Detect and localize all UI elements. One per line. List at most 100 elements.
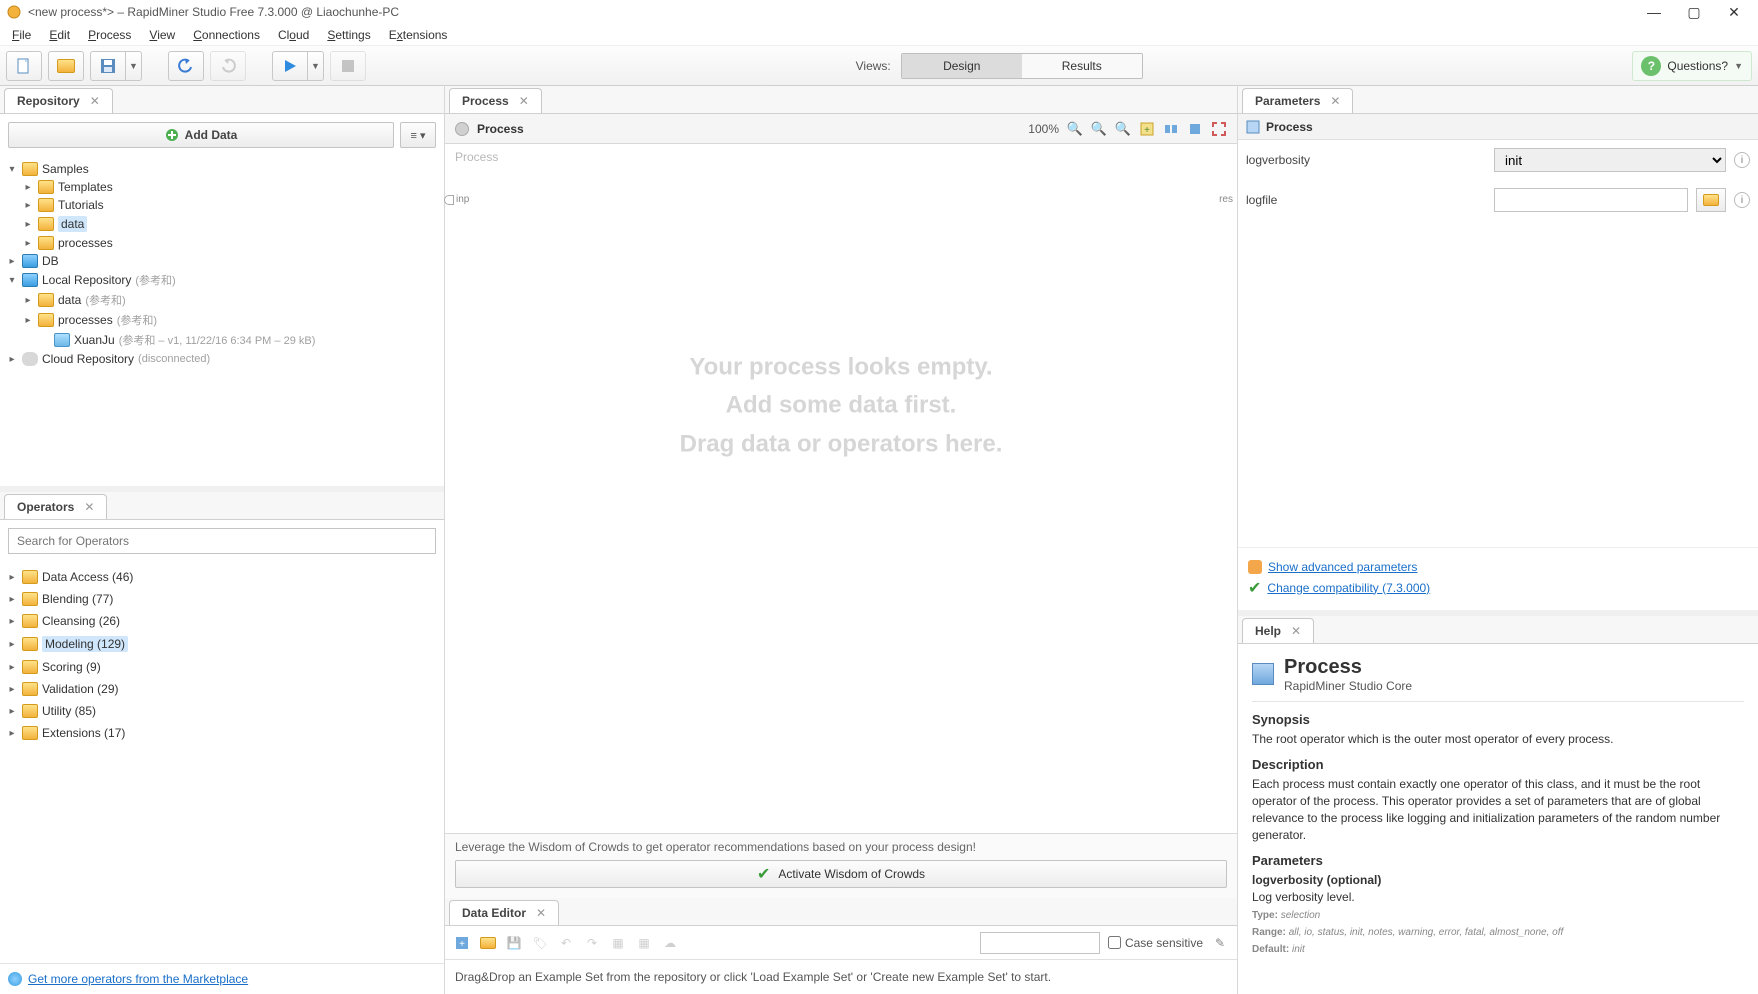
redo-button[interactable] [210, 51, 246, 81]
close-icon[interactable]: ✕ [519, 94, 529, 108]
add-data-button[interactable]: Add Data [8, 122, 394, 148]
change-compat-link[interactable]: Change compatibility (7.3.000) [1267, 581, 1430, 595]
de-col2-icon[interactable]: ▦ [635, 934, 653, 952]
logverbosity-select[interactable]: init [1494, 148, 1726, 172]
menu-cloud[interactable]: Cloud [270, 26, 317, 44]
de-search-input[interactable] [980, 932, 1100, 954]
run-button[interactable] [272, 51, 308, 81]
process-header: Process 100% 🔍 🔍 🔍 + [445, 114, 1237, 144]
op-utility[interactable]: ▸Utility (85) [6, 700, 438, 722]
tree-local-data[interactable]: ▸data (参考和) [6, 290, 438, 310]
tree-processes[interactable]: ▸processes [6, 234, 438, 252]
op-blending[interactable]: ▸Blending (77) [6, 588, 438, 610]
description-text: Each process must contain exactly one op… [1252, 776, 1744, 843]
op-data-access[interactable]: ▸Data Access (46) [6, 566, 438, 588]
open-button[interactable] [48, 51, 84, 81]
marketplace-link[interactable]: Get more operators from the Marketplace [28, 972, 248, 986]
process-canvas[interactable]: Process inp res Your process looks empty… [445, 144, 1237, 833]
output-port[interactable]: res [1219, 194, 1233, 205]
check-icon: ✔ [757, 864, 770, 884]
tree-cloud[interactable]: ▸Cloud Repository (disconnected) [6, 350, 438, 368]
parameters-tab[interactable]: Parameters ✕ [1242, 88, 1353, 113]
repository-tab[interactable]: Repository ✕ [4, 88, 113, 113]
info-icon[interactable]: i [1734, 152, 1750, 168]
tree-db[interactable]: ▸DB [6, 252, 438, 270]
menu-edit[interactable]: Edit [41, 26, 78, 44]
tree-local[interactable]: ▾Local Repository (参考和) [6, 270, 438, 290]
de-new-icon[interactable]: + [453, 934, 471, 952]
arrange-icon[interactable] [1163, 121, 1179, 137]
close-window-button[interactable]: ✕ [1720, 2, 1748, 22]
menu-extensions[interactable]: Extensions [381, 26, 456, 44]
tree-samples[interactable]: ▾Samples [6, 160, 438, 178]
close-icon[interactable]: ✕ [1291, 624, 1301, 638]
folder-icon [38, 313, 54, 327]
auto-layout-icon[interactable]: + [1139, 121, 1155, 137]
view-tab-results[interactable]: Results [1022, 54, 1142, 78]
view-tab-design[interactable]: Design [902, 54, 1022, 78]
menu-settings[interactable]: Settings [319, 26, 378, 44]
fullscreen-icon[interactable] [1211, 121, 1227, 137]
de-tag-icon[interactable]: 🏷 [531, 934, 549, 952]
operator-search-input[interactable] [8, 528, 436, 554]
de-undo-icon[interactable]: ↶ [557, 934, 575, 952]
show-advanced-link[interactable]: Show advanced parameters [1268, 560, 1417, 574]
folder-icon [22, 726, 38, 740]
folder-icon [38, 180, 54, 194]
zoom-reset-icon[interactable]: 🔍 [1091, 121, 1107, 137]
de-save-icon[interactable]: 💾 [505, 934, 523, 952]
save-button[interactable] [90, 51, 126, 81]
op-modeling[interactable]: ▸Modeling (129) [6, 632, 438, 656]
menu-view[interactable]: View [141, 26, 183, 44]
op-scoring[interactable]: ▸Scoring (9) [6, 656, 438, 678]
repository-menu-button[interactable]: ≡ ▾ [400, 122, 436, 148]
op-validation[interactable]: ▸Validation (29) [6, 678, 438, 700]
process-breadcrumb[interactable]: Process [477, 122, 524, 136]
browse-button[interactable] [1696, 188, 1726, 212]
logfile-input[interactable] [1494, 188, 1688, 212]
de-edit-icon[interactable]: ✎ [1211, 934, 1229, 952]
maximize-button[interactable]: ▢ [1680, 2, 1708, 22]
show-ports-icon[interactable] [1187, 121, 1203, 137]
tree-templates[interactable]: ▸Templates [6, 178, 438, 196]
questions-button[interactable]: ? Questions? ▼ [1632, 51, 1752, 81]
close-icon[interactable]: ✕ [90, 94, 100, 108]
info-icon[interactable]: i [1734, 192, 1750, 208]
de-upload-icon[interactable]: ☁ [661, 934, 679, 952]
undo-button[interactable] [168, 51, 204, 81]
view-tabs: Design Results [901, 53, 1143, 79]
op-extensions[interactable]: ▸Extensions (17) [6, 722, 438, 744]
help-tab[interactable]: Help ✕ [1242, 618, 1314, 643]
de-redo-icon[interactable]: ↷ [583, 934, 601, 952]
folder-icon [1703, 194, 1719, 206]
wisdom-message: Leverage the Wisdom of Crowds to get ope… [455, 840, 1227, 854]
data-editor-tab[interactable]: Data Editor ✕ [449, 900, 559, 925]
tree-local-processes[interactable]: ▸processes (参考和) [6, 310, 438, 330]
minimize-button[interactable]: — [1640, 2, 1668, 22]
de-col1-icon[interactable]: ▦ [609, 934, 627, 952]
menu-process[interactable]: Process [80, 26, 139, 44]
menu-file[interactable]: File [4, 26, 39, 44]
stop-button[interactable] [330, 51, 366, 81]
zoom-out-icon[interactable]: 🔍 [1115, 121, 1131, 137]
run-dropdown[interactable]: ▼ [308, 51, 324, 81]
input-port[interactable]: inp [444, 194, 469, 205]
close-icon[interactable]: ✕ [1330, 94, 1340, 108]
logfile-label: logfile [1246, 193, 1486, 207]
operators-tab[interactable]: Operators ✕ [4, 494, 107, 519]
close-icon[interactable]: ✕ [536, 906, 546, 920]
zoom-in-icon[interactable]: 🔍 [1067, 121, 1083, 137]
close-icon[interactable]: ✕ [84, 500, 94, 514]
menu-connections[interactable]: Connections [185, 26, 268, 44]
tree-data[interactable]: ▸data [6, 214, 438, 234]
new-process-button[interactable] [6, 51, 42, 81]
de-open-icon[interactable] [479, 934, 497, 952]
tree-tutorials[interactable]: ▸Tutorials [6, 196, 438, 214]
tree-xuanju[interactable]: XuanJu (参考和 – v1, 11/22/16 6:34 PM – 29 … [6, 330, 438, 350]
help-subtitle: RapidMiner Studio Core [1284, 679, 1412, 693]
save-dropdown[interactable]: ▼ [126, 51, 142, 81]
wisdom-button[interactable]: ✔ Activate Wisdom of Crowds [455, 860, 1227, 888]
process-tab[interactable]: Process ✕ [449, 88, 542, 113]
case-sensitive-checkbox[interactable]: Case sensitive [1108, 936, 1203, 950]
op-cleansing[interactable]: ▸Cleansing (26) [6, 610, 438, 632]
